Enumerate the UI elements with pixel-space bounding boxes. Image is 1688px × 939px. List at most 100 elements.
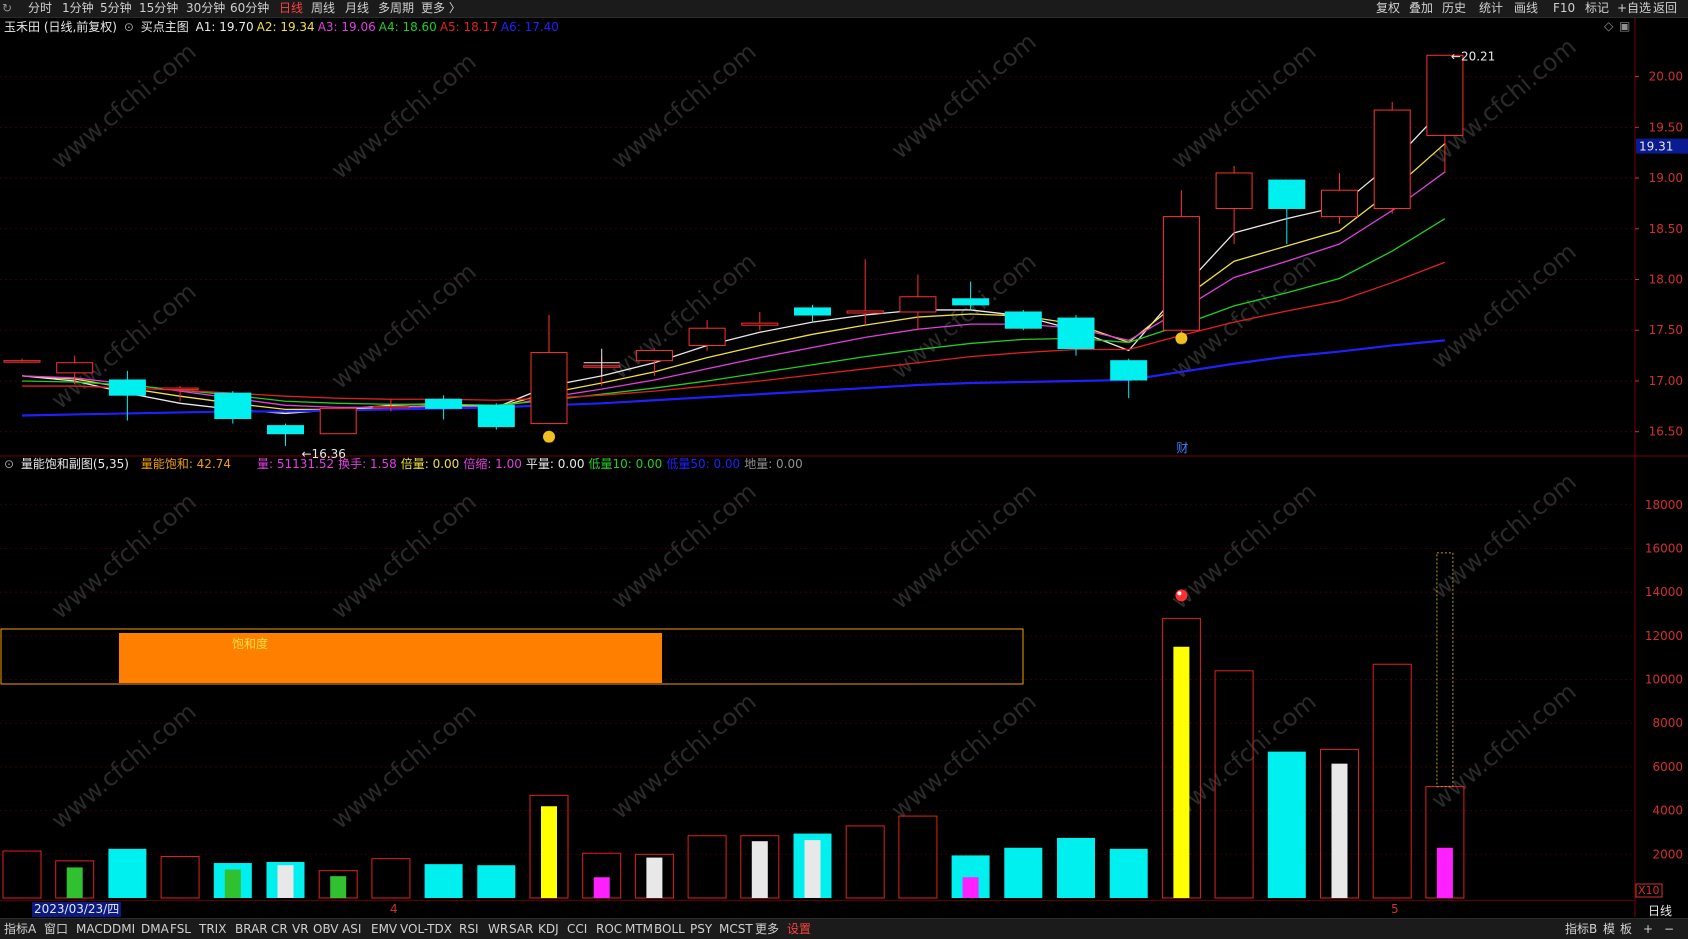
candle-body	[1321, 189, 1358, 218]
indicator-tab-24[interactable]: 更多	[755, 921, 779, 937]
price-tick-label: 16.50	[1649, 425, 1683, 439]
volume-bar	[898, 815, 938, 899]
volume-bar	[1004, 847, 1043, 898]
watermark-text: www.cfchi.com	[326, 47, 482, 184]
watermark-text: www.cfchi.com	[606, 687, 762, 824]
kline-chart[interactable]: 20.00 19.50 19.00 18.50 18.00 17.50 17.00 16.50…	[0, 0, 1688, 938]
date-axis: 2023/03/23/四 4 5	[0, 900, 1636, 918]
candle-body	[108, 379, 146, 396]
volume-bar	[687, 835, 727, 899]
watermark-text: www.cfchi.com	[606, 477, 762, 614]
volume-inner-bar	[646, 857, 663, 898]
volume-bar	[2, 850, 42, 899]
indicator-tab-14[interactable]: RSI	[459, 921, 479, 937]
indicator-tab-12[interactable]: EMV	[371, 921, 397, 937]
volume-bar	[1109, 848, 1148, 898]
indicator-tab-0[interactable]: 指标A	[4, 921, 36, 937]
indicator-tab-5[interactable]: FSL	[170, 921, 191, 937]
watermark-text: www.cfchi.com	[886, 687, 1042, 824]
watermark-text: www.cfchi.com	[1426, 677, 1582, 814]
smiley-face: ‿	[544, 433, 554, 444]
scale-label: X10	[1638, 884, 1660, 897]
price-tick-label: 18.50	[1649, 222, 1683, 236]
bottom-right-button-0[interactable]: 指标B	[1565, 921, 1597, 937]
candle-body	[741, 322, 779, 326]
candle-body	[3, 360, 41, 363]
indicator-tab-8[interactable]: CR	[271, 921, 288, 937]
indicator-tab-1[interactable]: 窗口	[44, 921, 68, 937]
bottom-right-button-4[interactable]: −	[1664, 921, 1674, 937]
alert-ball-icon	[1175, 589, 1188, 602]
candle-body	[688, 327, 726, 346]
high-price-label: ←20.21	[1451, 49, 1495, 63]
volume-bar	[845, 825, 885, 899]
volume-bar	[1057, 837, 1095, 898]
candle-body	[267, 425, 304, 435]
watermark-text: www.cfchi.com	[46, 37, 202, 174]
indicator-tab-20[interactable]: MTM	[625, 921, 653, 937]
volume-tick-label: 18000	[1645, 498, 1683, 512]
candle-body	[56, 362, 94, 374]
volume-tick-label: 14000	[1645, 585, 1683, 599]
indicator-tab-11[interactable]: ASI	[342, 921, 361, 937]
indicator-tab-22[interactable]: PSY	[690, 921, 712, 937]
price-tick-label: 20.00	[1649, 70, 1683, 84]
watermark-text: www.cfchi.com	[606, 37, 762, 174]
watermark-text: www.cfchi.com	[1426, 237, 1582, 374]
smiley-face: ‿	[1176, 334, 1186, 345]
indicator-tab-16[interactable]: SAR	[509, 921, 533, 937]
price-tick-label: 19.00	[1649, 171, 1683, 185]
volume-bar	[108, 848, 147, 898]
saturation-label: 饱和度	[232, 636, 268, 651]
indicator-tab-3[interactable]: DMI	[112, 921, 135, 937]
indicator-tab-13[interactable]: VOL-TDX	[400, 921, 452, 937]
indicator-tab-7[interactable]: BRAR	[235, 921, 268, 937]
cai-marker: 财	[1176, 441, 1188, 455]
period-label: 日线	[1648, 904, 1673, 918]
watermark-text: www.cfchi.com	[326, 487, 482, 624]
indicator-tab-17[interactable]: KDJ	[538, 921, 559, 937]
current-price-label: 19.31	[1639, 140, 1673, 154]
indicator-tab-15[interactable]: WR	[488, 921, 508, 937]
candle-body	[161, 387, 199, 391]
indicator-tab-18[interactable]: CCI	[567, 921, 587, 937]
watermark-text: www.cfchi.com	[886, 477, 1042, 614]
volume-tick-label: 12000	[1645, 629, 1683, 643]
indicator-tab-21[interactable]: BOLL	[654, 921, 685, 937]
indicator-tab-2[interactable]: MACD	[76, 921, 112, 937]
volume-inner-bar	[330, 876, 347, 898]
volume-inner-bar	[1173, 646, 1190, 898]
indicator-tab-4[interactable]: DMA	[141, 921, 169, 937]
volume-tick-label: 10000	[1645, 673, 1683, 687]
watermark-text: www.cfchi.com	[1426, 467, 1582, 604]
bottom-right-button-3[interactable]: +	[1643, 921, 1653, 937]
volume-inner-bar	[593, 877, 610, 898]
indicator-tab-19[interactable]: ROC	[596, 921, 622, 937]
candle-body	[372, 405, 410, 409]
candle-body	[530, 352, 568, 425]
volume-bar	[1267, 751, 1306, 898]
candle-body	[952, 298, 990, 306]
watermark-text: www.cfchi.com	[326, 257, 482, 394]
watermark-text: www.cfchi.com	[326, 697, 482, 834]
indicator-tab-25[interactable]: 设置	[787, 921, 811, 937]
candle-body	[846, 310, 884, 314]
candle-body	[1426, 54, 1464, 136]
indicator-tab-6[interactable]: TRIX	[199, 921, 226, 937]
volume-inner-bar	[541, 806, 557, 898]
bottom-right-button-1[interactable]: 模	[1603, 921, 1615, 937]
indicator-tab-23[interactable]: MCST	[719, 921, 753, 937]
volume-tick-label: 16000	[1645, 541, 1683, 555]
volume-tick-label: 6000	[1652, 760, 1683, 774]
price-tick-label: 17.00	[1649, 374, 1683, 388]
indicator-tab-9[interactable]: VR	[292, 921, 309, 937]
candle-body	[477, 404, 515, 428]
bottom-right-button-2[interactable]: 板	[1620, 921, 1632, 937]
month-marker-5: 5	[1391, 902, 1399, 916]
indicator-tab-10[interactable]: OBV	[313, 921, 339, 937]
candle-body	[1373, 109, 1411, 209]
watermark-text: www.cfchi.com	[1166, 37, 1322, 174]
volume-bar	[1372, 663, 1412, 899]
volume-inner-bar	[751, 841, 768, 898]
watermark-text: www.cfchi.com	[46, 697, 202, 834]
